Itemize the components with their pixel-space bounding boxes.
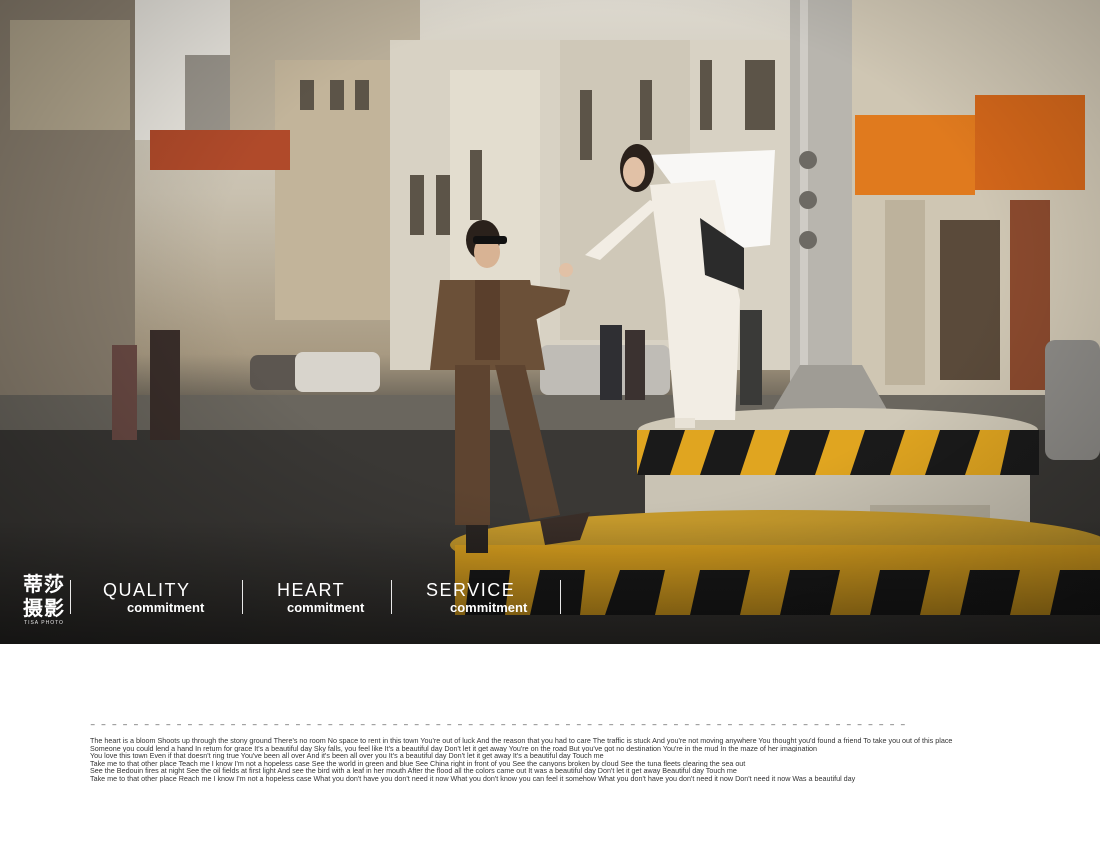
slogan-quality: QUALITY commitment (103, 580, 204, 616)
lyrics-line: Take me to that other place Reach me I k… (90, 774, 856, 783)
lyrics-line: Someone you could lend a hand In return … (90, 744, 818, 753)
divider-0 (70, 580, 71, 614)
lyrics-text-block: The heart is a bloom Shoots up through t… (90, 737, 1080, 783)
divider-1 (242, 580, 243, 614)
slogan-title: HEART (277, 580, 346, 600)
slogan-service: SERVICE commitment (426, 580, 527, 616)
dashed-divider: – – – – – – – – – – – – – – – – – – – – … (90, 720, 906, 730)
slogan-heart: HEART commitment (277, 580, 364, 616)
logo-text-en: TISA PHOTO (24, 620, 64, 626)
lyrics-line: The heart is a bloom Shoots up through t… (90, 737, 953, 745)
lyrics-line: You love this town Even if that doesn't … (90, 752, 604, 760)
wedding-photo: 蒂莎摄影 TISA PHOTO QUALITY commitment HEART… (0, 0, 1100, 644)
slogan-title: QUALITY (103, 580, 191, 600)
logo-text-cn: 蒂莎摄影 (23, 572, 65, 620)
slogan-title: SERVICE (426, 580, 516, 600)
studio-logo: 蒂莎摄影 TISA PHOTO (18, 572, 70, 628)
divider-3 (560, 580, 561, 614)
divider-2 (391, 580, 392, 614)
lyrics-line: See the Bedouin fires at night See the o… (90, 767, 737, 775)
lyrics-line: Take me to that other place Teach me I k… (90, 759, 746, 768)
slogan-sub: commitment (287, 600, 365, 615)
slogan-sub: commitment (450, 600, 528, 615)
slogan-sub: commitment (127, 600, 205, 615)
